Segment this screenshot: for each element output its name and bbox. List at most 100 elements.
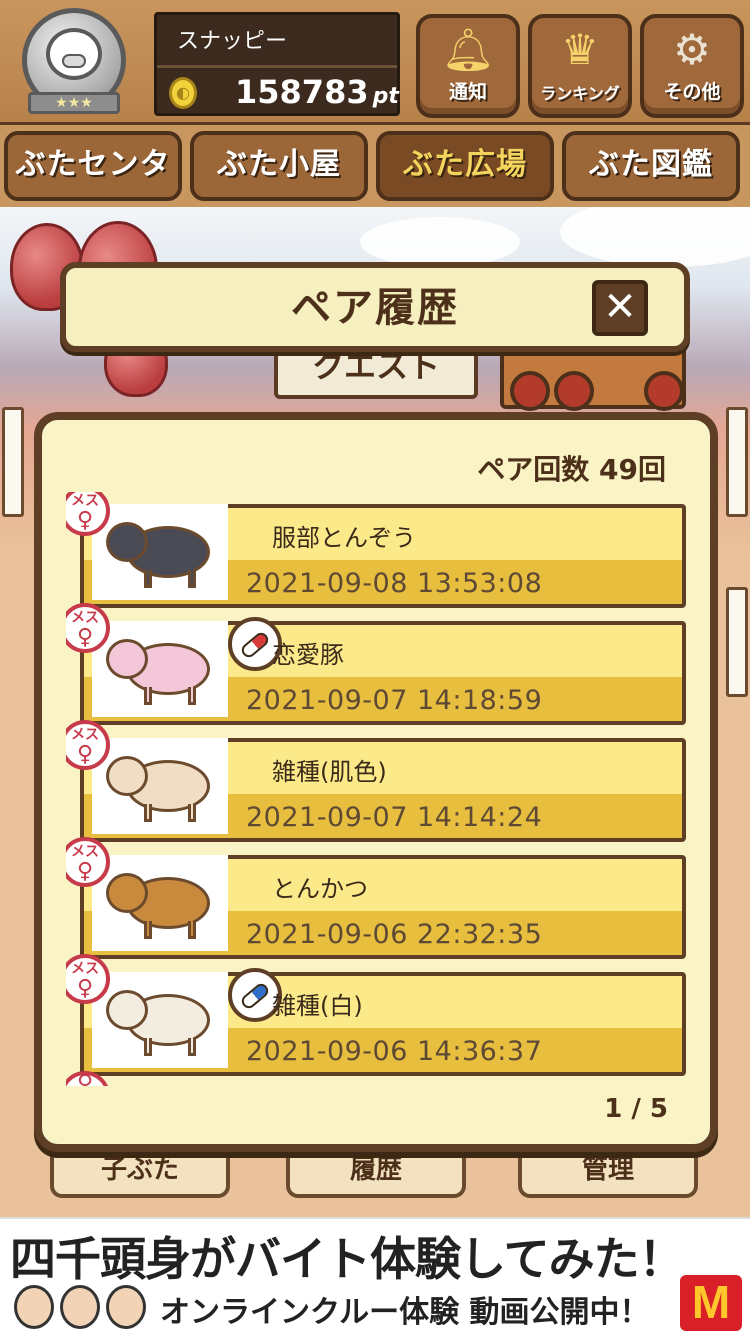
points-value: 158783 pt: [235, 73, 399, 111]
top-header: ★★★ スナッピー ◐ 158783 pt 🔔︎ 通知 ♛ ランキング ⚙ その他: [0, 0, 750, 125]
pig-face-icon: [46, 28, 102, 80]
notify-button[interactable]: 🔔︎ 通知: [416, 14, 520, 118]
fence-post: [726, 587, 748, 697]
pig-thumbnail: [92, 504, 228, 600]
gender-label: メス: [71, 844, 99, 860]
coin-icon: ◐: [169, 77, 197, 109]
gender-label: メス: [71, 610, 99, 626]
pill: [239, 980, 271, 1012]
rank-stars: ★★★: [28, 92, 120, 114]
pair-date: 2021-09-08 13:53:08: [246, 568, 543, 599]
fence-post: [2, 407, 24, 517]
points-number: 158783: [235, 73, 369, 111]
female-symbol: ♀: [76, 508, 94, 533]
ad-subline: オンラインクルー体験 動画公開中！: [160, 1295, 650, 1330]
modal-title-bar: ペア履歴 ✕: [60, 262, 690, 352]
pair-date: 2021-09-06 22:32:35: [246, 919, 543, 950]
ranking-button[interactable]: ♛ ランキング: [528, 14, 632, 118]
cart-wheel: [644, 371, 684, 411]
pair-date: 2021-09-07 14:18:59: [246, 685, 543, 716]
pig-thumbnail: [92, 738, 228, 834]
face-icon: [106, 1285, 146, 1329]
female-icon: メス ♀: [66, 603, 110, 653]
pair-history-row-partial[interactable]: ♀: [66, 1071, 700, 1087]
pill: [239, 629, 271, 661]
female-icon: メス ♀: [66, 954, 110, 1004]
pig-name: 雑種(白): [272, 992, 363, 1020]
pig-head: [106, 873, 148, 913]
mcdonalds-logo-icon: M: [680, 1275, 742, 1331]
gender-label: メス: [71, 727, 99, 743]
pig-leg: [188, 570, 196, 588]
pig-leg: [188, 921, 196, 939]
gear-icon: ⚙: [673, 25, 711, 74]
pair-history-row[interactable]: メス ♀ 恋愛豚 2021-09-07 14:18:59: [66, 603, 700, 725]
cart-wheel: [510, 371, 550, 411]
female-symbol: ♀: [76, 742, 94, 767]
tab-buta-plaza[interactable]: ぶた広場: [376, 131, 554, 201]
pig-leg: [188, 804, 196, 822]
pig-snout: [62, 54, 86, 68]
cart-wheel: [554, 371, 594, 411]
pig-name: とんかつ: [272, 875, 368, 903]
pair-date: 2021-09-06 14:36:37: [246, 1036, 543, 1067]
female-symbol: ♀: [76, 859, 94, 884]
pig-head: [106, 522, 148, 562]
pig-leg: [144, 804, 152, 822]
other-button[interactable]: ⚙ その他: [640, 14, 744, 118]
pig-leg: [144, 921, 152, 939]
pig-name: 恋愛豚: [272, 641, 344, 669]
gender-label: メス: [71, 961, 99, 977]
pair-history-panel: ペア回数 49回 メス ♀ 服部とんぞう 2021-09-08 13:53:08 メス ♀…: [34, 412, 718, 1152]
female-symbol: ♀: [76, 976, 94, 1001]
female-icon: メス ♀: [66, 837, 110, 887]
other-label: その他: [663, 81, 721, 103]
pig-head: [106, 639, 148, 679]
user-avatar[interactable]: ★★★: [14, 6, 142, 118]
pig-head: [106, 756, 148, 796]
gender-label: メス: [71, 493, 99, 509]
notify-label: 通知: [448, 81, 487, 103]
ad-banner[interactable]: 四千頭身がバイト体験してみた！ オンラインクルー体験 動画公開中！ M: [0, 1217, 750, 1334]
pig-thumbnail: [92, 972, 228, 1068]
pair-history-row[interactable]: メス ♀ 雑種(肌色) 2021-09-07 14:14:24: [66, 720, 700, 842]
main-tab-bar: ぶたセンター ぶた小屋 ぶた広場 ぶた図鑑: [0, 125, 750, 242]
tab-buta-center[interactable]: ぶたセンター: [4, 131, 182, 242]
pig-thumbnail: [92, 855, 228, 951]
pair-history-list[interactable]: メス ♀ 服部とんぞう 2021-09-08 13:53:08 メス ♀ 恋愛豚 2021-0…: [66, 492, 700, 1086]
female-symbol: ♀: [76, 1071, 94, 1087]
points-unit: pt: [372, 84, 399, 109]
pig-name: 雑種(肌色): [272, 758, 387, 786]
pig-thumbnail: [92, 621, 228, 717]
tab-buta-hut[interactable]: ぶた小屋: [190, 131, 368, 201]
cloud: [560, 207, 750, 267]
pig-name: 服部とんぞう: [272, 524, 416, 552]
pair-history-row[interactable]: メス ♀ 服部とんぞう 2021-09-08 13:53:08: [66, 492, 700, 608]
female-icon: メス ♀: [66, 492, 110, 536]
pig-leg: [144, 1038, 152, 1056]
username: スナッピー: [177, 29, 288, 54]
pig-head: [106, 990, 148, 1030]
bell-icon: 🔔︎: [441, 25, 495, 74]
user-info-box: スナッピー ◐ 158783 pt: [154, 12, 400, 116]
pig-leg: [188, 687, 196, 705]
female-symbol: ♀: [76, 625, 94, 650]
pair-history-row[interactable]: メス ♀ とんかつ 2021-09-06 22:32:35: [66, 837, 700, 959]
pig-leg: [144, 570, 152, 588]
face-icon: [60, 1285, 100, 1329]
pair-date: 2021-09-07 14:14:24: [246, 802, 543, 833]
page-indicator: 1 / 5: [604, 1094, 668, 1124]
divider: [157, 65, 397, 68]
close-button[interactable]: ✕: [592, 280, 648, 336]
female-icon: メス ♀: [66, 720, 110, 770]
crown-icon: ♛: [561, 25, 599, 74]
ranking-label: ランキング: [540, 84, 620, 103]
ad-headline: 四千頭身がバイト体験してみた！: [10, 1232, 685, 1286]
pair-history-row[interactable]: メス ♀ 雑種(白) 2021-09-06 14:36:37: [66, 954, 700, 1076]
tab-buta-encyclopedia[interactable]: ぶた図鑑: [562, 131, 740, 201]
fence-post: [726, 407, 748, 517]
cloud: [360, 217, 520, 267]
face-icon: [14, 1285, 54, 1329]
pig-leg: [188, 1038, 196, 1056]
pair-count: ペア回数 49回: [477, 453, 666, 486]
